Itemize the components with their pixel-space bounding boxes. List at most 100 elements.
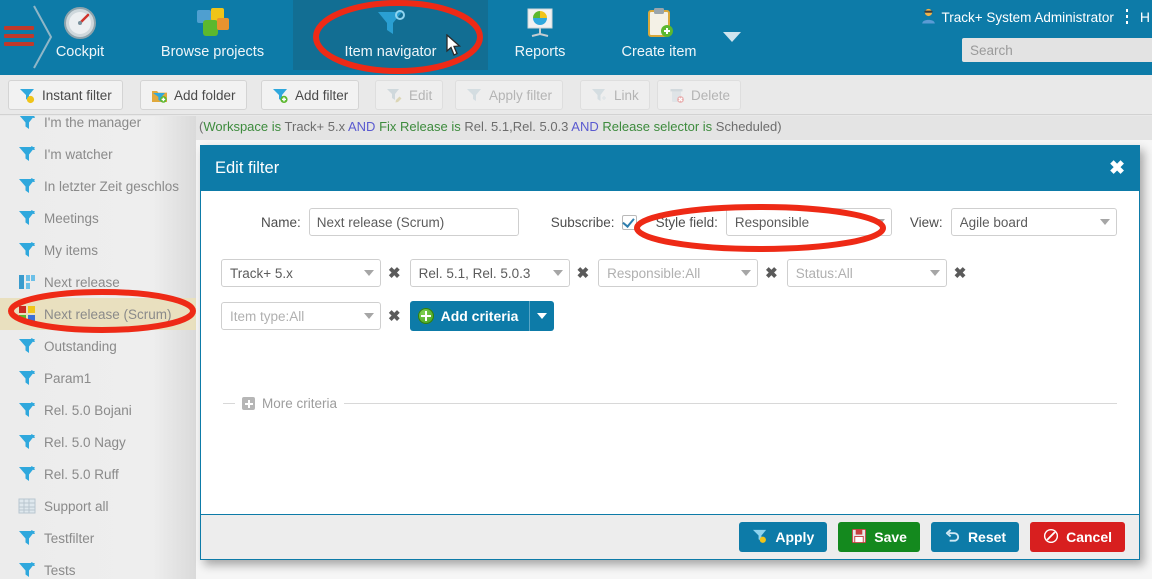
sidebar-item[interactable]: I'm the manager [0, 116, 196, 138]
sidebar-item[interactable]: Support all [0, 490, 196, 522]
folder-filter-plus-icon [151, 87, 168, 104]
sidebar-item-label: Next release [44, 275, 120, 290]
filter-tree-sidebar[interactable]: I'm the manager I'm watcher In letzter Zei… [0, 116, 196, 579]
criteria-select[interactable]: Status:All [787, 259, 947, 287]
button-label: Link [614, 88, 639, 103]
apply-button[interactable]: Apply [739, 522, 827, 552]
link-filter-button[interactable]: Link [580, 80, 650, 110]
chevron-down-icon [930, 270, 940, 276]
sidebar-item-label: Tests [44, 563, 76, 578]
sidebar-item[interactable]: In letzter Zeit geschlos [0, 170, 196, 202]
delete-filter-button[interactable]: Delete [657, 80, 741, 110]
criteria-row-2: Item type:All ✖ Add criteria [221, 301, 1139, 331]
user-bar: Track+ System Administrator H [921, 4, 1152, 30]
dialog-body: Name: Subscribe: Style field: Responsibl… [201, 191, 1139, 516]
add-criteria-button[interactable]: Add criteria [410, 301, 555, 331]
sidebar-item[interactable]: Param1 [0, 362, 196, 394]
sidebar-item-label: Rel. 5.0 Ruff [44, 467, 119, 482]
sidebar-item[interactable]: Rel. 5.0 Bojani [0, 394, 196, 426]
add-filter-button[interactable]: Add filter [261, 80, 359, 110]
filter-name-input[interactable] [309, 208, 519, 236]
nav-tab-label: Browse projects [140, 44, 285, 60]
sidebar-item[interactable]: Tests [0, 554, 196, 579]
funnel-icon [293, 6, 488, 42]
remove-criteria-icon[interactable]: ✖ [765, 264, 778, 282]
add-folder-button[interactable]: Add folder [140, 80, 247, 110]
funnel-icon [18, 433, 36, 451]
expression-token: AND [348, 119, 379, 134]
expression-token: Workspace [203, 119, 268, 134]
divider [344, 403, 1117, 404]
button-label: Add filter [295, 88, 348, 103]
reset-button[interactable]: Reset [931, 522, 1019, 552]
clipboard-plus-icon [595, 6, 723, 42]
expression-token: Release selector [602, 119, 699, 134]
criteria-value: Item type:All [230, 309, 358, 324]
funnel-icon [18, 369, 36, 387]
sidebar-item[interactable]: I'm watcher [0, 138, 196, 170]
funnel-dot-icon [752, 528, 768, 547]
undo-arrow-icon [944, 528, 961, 547]
dialog-title: Edit filter [215, 159, 1109, 178]
sidebar-item[interactable]: Outstanding [0, 330, 196, 362]
funnel-icon [18, 209, 36, 227]
subscribe-checkbox[interactable] [622, 215, 637, 230]
expression-token: Scheduled) [716, 119, 782, 134]
criteria-select[interactable]: Responsible:All [598, 259, 758, 287]
instant-filter-button[interactable]: Instant filter [8, 80, 123, 110]
add-criteria-dropdown[interactable] [530, 301, 554, 331]
expression-token: Fix Release [379, 119, 448, 134]
cancel-circle-icon [1043, 528, 1059, 547]
sidebar-item-label: My items [44, 243, 98, 258]
divider [223, 403, 235, 404]
scrum-grid-icon [18, 305, 36, 323]
nav-tab-browse-projects[interactable]: Browse projects [140, 0, 285, 70]
criteria-select[interactable]: Track+ 5.x [221, 259, 381, 287]
remove-criteria-icon[interactable]: ✖ [388, 307, 401, 325]
edit-filter-button[interactable]: Edit [375, 80, 443, 110]
add-criteria-label: Add criteria [441, 308, 519, 324]
view-value: Agile board [960, 215, 1094, 230]
sidebar-item[interactable]: Rel. 5.0 Nagy [0, 426, 196, 458]
sidebar-item[interactable]: Meetings [0, 202, 196, 234]
apply-filter-button[interactable]: Apply filter [455, 80, 563, 110]
sidebar-item[interactable]: Rel. 5.0 Ruff [0, 458, 196, 490]
nav-tab-label: Cockpit [40, 44, 120, 60]
save-button[interactable]: Save [838, 522, 920, 552]
nav-tab-create-item[interactable]: Create item [595, 0, 723, 70]
remove-criteria-icon[interactable]: ✖ [577, 264, 590, 282]
sidebar-item[interactable]: Next release (Scrum) [0, 298, 196, 330]
funnel-icon [18, 401, 36, 419]
sidebar-item[interactable]: My items [0, 234, 196, 266]
view-label: View: [910, 215, 943, 230]
funnel-icon [18, 241, 36, 259]
sidebar-item-label: Outstanding [44, 339, 117, 354]
nav-tab-item-navigator[interactable]: Item navigator [293, 0, 488, 70]
criteria-select[interactable]: Item type:All [221, 302, 381, 330]
sidebar-item[interactable]: Testfilter [0, 522, 196, 554]
sidebar-item-label: Rel. 5.0 Nagy [44, 435, 126, 450]
funnel-icon [18, 529, 36, 547]
style-field-select[interactable]: Responsible [726, 208, 892, 236]
criteria-select[interactable]: Rel. 5.1, Rel. 5.0.3 [410, 259, 570, 287]
sidebar-item-label: I'm the manager [44, 116, 141, 130]
more-criteria-toggle[interactable]: More criteria [223, 396, 1117, 411]
funnel-icon [18, 561, 36, 579]
remove-criteria-icon[interactable]: ✖ [388, 264, 401, 282]
nav-tab-reports[interactable]: Reports [495, 0, 585, 70]
sidebar-item-label: Next release (Scrum) [44, 307, 172, 322]
close-icon[interactable]: ✖ [1109, 157, 1125, 180]
nav-more-caret-icon[interactable] [723, 32, 741, 42]
dialog-top-row: Name: Subscribe: Style field: Responsibl… [201, 191, 1139, 236]
remove-criteria-icon[interactable]: ✖ [954, 264, 967, 282]
help-link[interactable]: H [1140, 9, 1150, 25]
nav-tab-cockpit[interactable]: Cockpit [40, 0, 120, 70]
avatar-icon [921, 8, 936, 27]
cancel-button[interactable]: Cancel [1030, 522, 1125, 552]
criteria-item: Status:All ✖ [787, 259, 970, 287]
search-input[interactable] [962, 38, 1152, 62]
sidebar-item-label: In letzter Zeit geschlos [44, 179, 179, 194]
sidebar-item[interactable]: Next release [0, 266, 196, 298]
criteria-row-1: Track+ 5.x ✖ Rel. 5.1, Rel. 5.0.3 ✖ Responsi… [221, 259, 1139, 287]
view-select[interactable]: Agile board [951, 208, 1117, 236]
